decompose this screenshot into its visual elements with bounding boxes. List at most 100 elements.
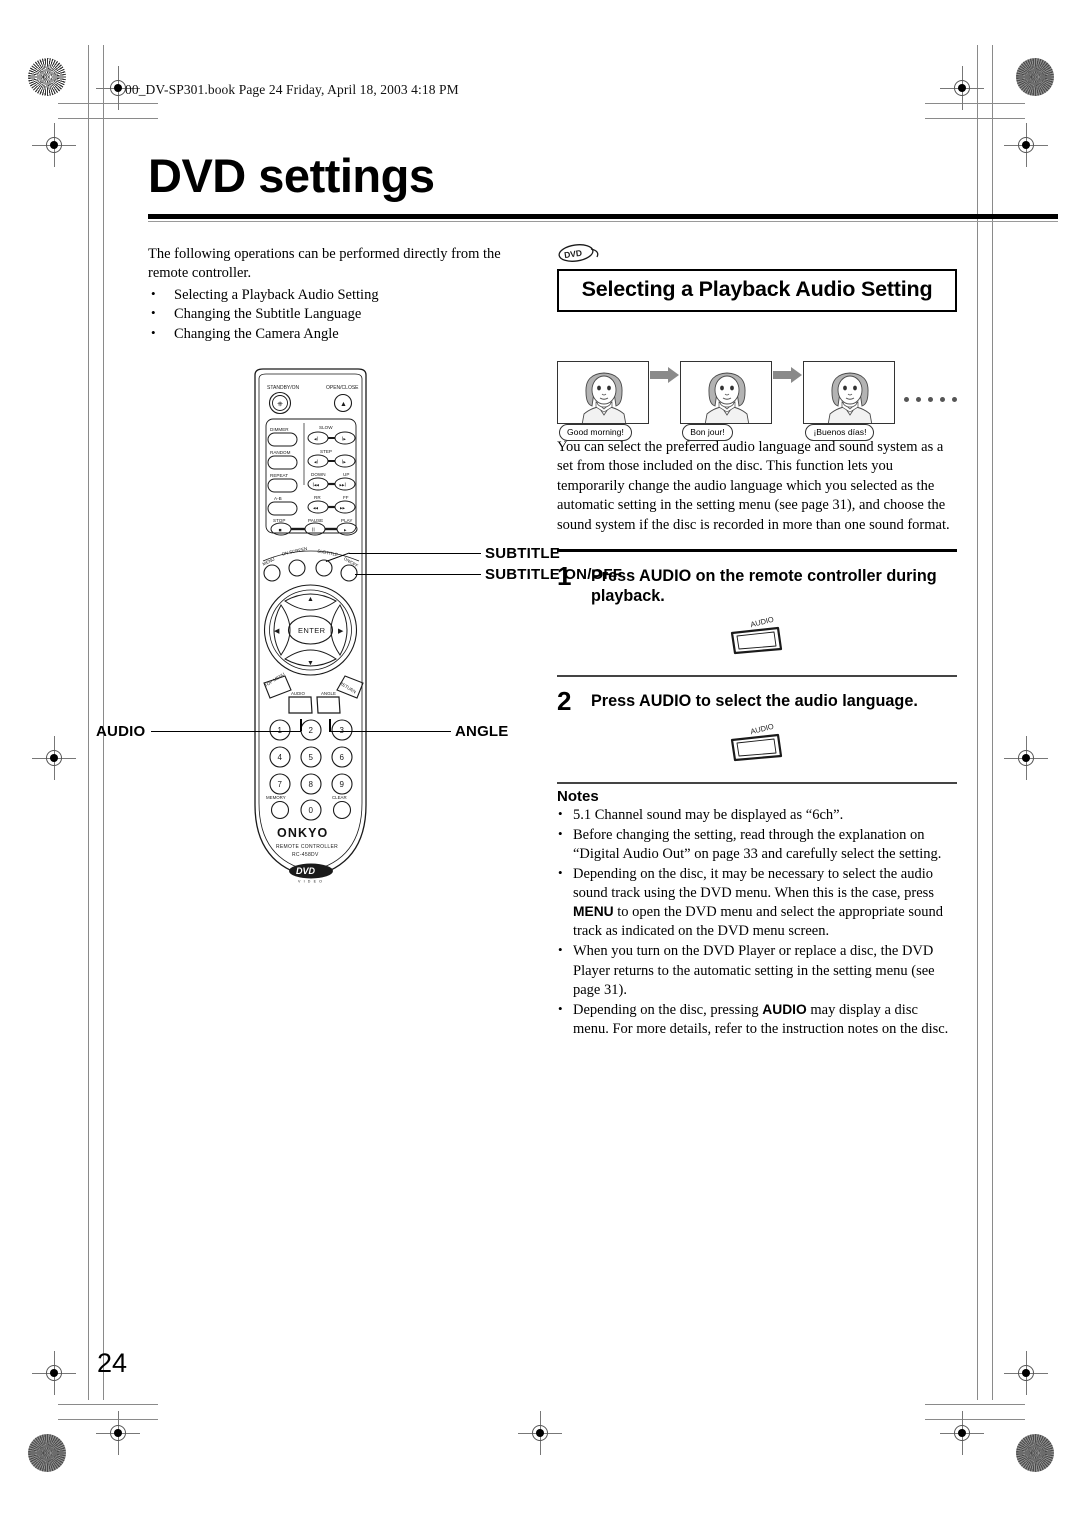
svg-text:DIMMER: DIMMER <box>270 427 289 432</box>
svg-text:▲: ▲ <box>307 596 314 603</box>
crop-mark <box>103 140 104 1400</box>
divider-rule <box>557 781 957 784</box>
section-heading: Selecting a Playback Audio Setting <box>557 269 957 312</box>
registration-bullseye <box>1004 1351 1048 1395</box>
tv-frame <box>557 361 649 424</box>
svg-text:SLOW: SLOW <box>319 425 333 430</box>
file-header-line: 00_DV-SP301.book Page 24 Friday, April 1… <box>125 82 459 97</box>
crop-mark <box>103 45 104 145</box>
star-target-top-left <box>28 58 66 96</box>
tv-frame <box>680 361 773 424</box>
registration-bullseye <box>518 1411 562 1455</box>
registration-bullseye <box>1004 736 1048 780</box>
crop-mark <box>992 140 993 1400</box>
step-2: 2 Press AUDIO to select the audio langua… <box>557 688 957 714</box>
title-rule <box>148 214 1058 219</box>
svg-text:2: 2 <box>309 726 314 735</box>
language-illustration: Good morning! Bon jour! ¡Buenos días! <box>557 330 957 441</box>
svg-text:I▸: I▸ <box>342 460 346 466</box>
inline-key-audio: AUDIO <box>762 1001 807 1017</box>
svg-text:8: 8 <box>309 780 314 789</box>
svg-text:PLAY: PLAY <box>341 518 352 523</box>
svg-text:■: ■ <box>279 528 282 534</box>
intro-paragraph: The following operations can be performe… <box>148 246 501 282</box>
person-figure <box>828 372 873 423</box>
audio-key-illustration-1: AUDIO <box>557 615 957 662</box>
step-instruction: Press AUDIO on the remote controller dur… <box>591 566 937 606</box>
dvd-disc-badge-icon: DVD <box>558 244 599 262</box>
svg-text:CLEAR: CLEAR <box>332 795 347 800</box>
star-target-top-right <box>1016 58 1054 96</box>
svg-text:MEMORY: MEMORY <box>266 795 286 800</box>
step-instruction: Press AUDIO to select the audio language… <box>591 691 918 710</box>
svg-text:◂I: ◂I <box>314 437 318 443</box>
step-number: 1 <box>557 560 572 591</box>
svg-text:OPEN/CLOSE: OPEN/CLOSE <box>326 385 359 391</box>
crop-mark <box>925 118 1025 119</box>
crop-mark <box>925 103 1025 104</box>
svg-text:I▸: I▸ <box>342 437 346 443</box>
list-item: Changing the Subtitle Language <box>148 304 538 325</box>
svg-text:▸▸I: ▸▸I <box>340 483 346 489</box>
note-item: When you turn on the DVD Player or repla… <box>557 941 957 999</box>
svg-text:▶: ▶ <box>338 628 344 635</box>
leader-line-audio <box>300 719 302 731</box>
audio-button-icon: AUDIO <box>730 722 783 761</box>
page-title: DVD settings <box>148 149 435 202</box>
divider-rule <box>557 674 957 677</box>
registration-bullseye <box>32 736 76 780</box>
tv-frame <box>803 361 896 424</box>
svg-text:RR: RR <box>314 495 321 500</box>
svg-text:AUDIO: AUDIO <box>749 615 774 629</box>
svg-text:ONKYO: ONKYO <box>277 826 328 840</box>
crop-mark <box>88 140 89 1400</box>
svg-text:REMOTE CONTROLLER: REMOTE CONTROLLER <box>276 844 338 850</box>
body-paragraph: You can select the preferred audio langu… <box>557 439 950 533</box>
step-1: 1 Press AUDIO on the remote controller d… <box>557 563 957 607</box>
arrow-gap-2 <box>769 361 804 424</box>
crop-mark <box>977 140 978 1400</box>
svg-text:▸▸: ▸▸ <box>340 506 346 512</box>
svg-text:◂◂: ◂◂ <box>313 506 319 512</box>
svg-text:DOWN: DOWN <box>311 472 326 477</box>
arrow-right-icon <box>772 367 802 383</box>
right-column: DVD Selecting a Playback Audio Setting G… <box>557 243 957 1040</box>
svg-text:SUBTITLE: SUBTITLE <box>317 548 339 557</box>
leader-line-angle-h <box>329 731 451 733</box>
leader-line-audio-h <box>151 731 301 733</box>
svg-text:STANDBY/ON: STANDBY/ON <box>267 385 300 391</box>
notes-list: 5.1 Channel sound may be displayed as “6… <box>557 805 957 1040</box>
crop-mark <box>977 45 978 145</box>
note-item: Depending on the disc, it may be necessa… <box>557 864 957 942</box>
left-column: The following operations can be performe… <box>148 245 538 345</box>
step-number: 2 <box>557 685 572 716</box>
svg-text:9: 9 <box>340 780 345 789</box>
note-item: 5.1 Channel sound may be displayed as “6… <box>557 805 957 825</box>
svg-text:◂I: ◂I <box>314 460 318 466</box>
crop-mark <box>925 1419 1025 1420</box>
remote-controller-illustration: STANDBY/ON OPEN/CLOSE ⎈ ▲ DIMMER SLOW ◂I… <box>96 365 622 890</box>
svg-text:4: 4 <box>278 753 283 762</box>
crop-mark <box>88 45 89 145</box>
svg-text:A-B: A-B <box>274 496 282 501</box>
svg-text:UP: UP <box>343 472 349 477</box>
svg-text:FF: FF <box>343 495 349 500</box>
inline-key-menu: MENU <box>573 904 614 920</box>
svg-text:II: II <box>312 528 315 534</box>
crop-mark <box>58 1419 158 1420</box>
note-item: Depending on the disc, pressing AUDIO ma… <box>557 1000 957 1039</box>
crop-mark <box>58 1404 158 1405</box>
remote-controller-svg: STANDBY/ON OPEN/CLOSE ⎈ ▲ DIMMER SLOW ◂I… <box>254 368 367 884</box>
svg-text:0: 0 <box>309 806 314 815</box>
speech-bubble: Good morning! <box>559 424 632 441</box>
registration-bullseye <box>1004 123 1048 167</box>
speech-bubble: ¡Buenos días! <box>805 424 875 441</box>
trailing-dots <box>904 397 957 424</box>
svg-text:7: 7 <box>278 780 283 789</box>
person-figure <box>581 372 627 423</box>
callout-angle: ANGLE <box>455 723 509 740</box>
leader-line-angle <box>329 719 331 731</box>
crop-mark <box>58 103 158 104</box>
svg-text:STEP: STEP <box>320 449 332 454</box>
notes-heading: Notes <box>557 787 599 805</box>
